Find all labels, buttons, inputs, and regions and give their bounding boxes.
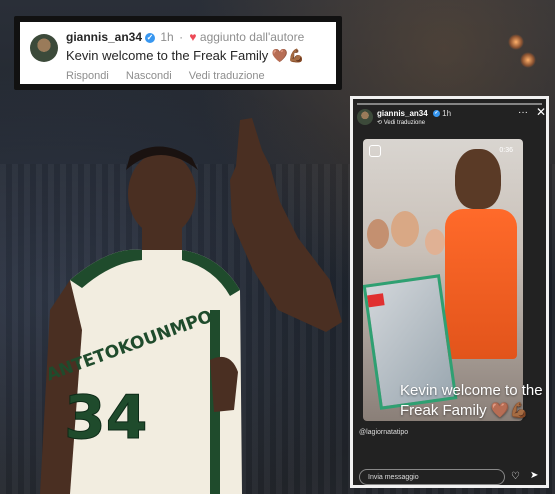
liked-by-author: aggiunto dall'autore — [199, 30, 305, 44]
message-input[interactable]: Invia messaggio — [359, 469, 505, 485]
person — [367, 219, 389, 249]
arena-light — [508, 34, 524, 50]
ribbon — [367, 293, 385, 308]
story-header: giannis_an34 ✓ 1h — [377, 109, 451, 118]
close-icon[interactable]: ✕ — [536, 105, 546, 119]
comment-emoji: 🤎💪🏾 — [271, 48, 305, 63]
person — [425, 229, 445, 255]
caption-emoji: 🤎💪🏾 — [490, 402, 529, 419]
heart-icon[interactable]: ♡ — [511, 471, 520, 482]
story-media: 0:36 — [363, 139, 523, 421]
comment-text: Kevin welcome to the Freak Family — [66, 48, 269, 63]
jersey-number: 34 — [64, 383, 148, 453]
arena-light — [520, 52, 536, 68]
story-translate-link[interactable]: ⟲ Vedi traduzione — [377, 119, 425, 126]
caption-line1: Kevin welcome to the — [400, 382, 543, 399]
separator-dot: · — [179, 30, 184, 44]
comment-card: giannis_an34 ✓ 1h · ♥ aggiunto dall'autor… — [14, 16, 342, 90]
story-time: 1h — [442, 109, 452, 118]
comment-text-line: Kevin welcome to the Freak Family 🤎💪🏾 — [66, 48, 304, 64]
story-progress-bar — [357, 103, 542, 105]
reply-button[interactable]: Rispondi — [66, 70, 109, 82]
story-translate-label: Vedi traduzione — [383, 120, 426, 126]
player-image: ANTETOKOUNMPO 34 — [40, 118, 342, 494]
translate-button[interactable]: Vedi traduzione — [189, 70, 265, 82]
verified-badge-icon: ✓ — [145, 32, 156, 43]
mention-tag[interactable]: @lagiornatatipo — [359, 429, 408, 436]
comment-time: 1h — [160, 30, 174, 44]
orange-jersey — [445, 209, 517, 359]
story-username[interactable]: giannis_an34 — [377, 109, 428, 118]
comment-header: giannis_an34 ✓ 1h · ♥ aggiunto dall'autor… — [66, 30, 304, 44]
translate-icon: ⟲ — [377, 120, 383, 126]
username[interactable]: giannis_an34 — [66, 30, 142, 44]
caption-line2: Freak Family — [400, 402, 487, 419]
story-panel: giannis_an34 ✓ 1h ⟲ Vedi traduzione ··· … — [350, 96, 549, 488]
story-caption: Kevin welcome to the Freak Family 🤎💪🏾 — [400, 381, 546, 421]
hide-button[interactable]: Nascondi — [126, 70, 172, 82]
person — [455, 149, 501, 209]
story-avatar[interactable] — [357, 109, 373, 125]
heart-icon[interactable]: ♥ — [189, 30, 196, 44]
verified-badge-icon: ✓ — [432, 110, 440, 118]
reels-icon — [369, 145, 381, 157]
person — [391, 211, 419, 247]
avatar[interactable] — [30, 34, 58, 62]
story-timer: 0:36 — [499, 147, 513, 154]
comment-actions: Rispondi Nascondi Vedi traduzione — [66, 70, 279, 82]
send-icon[interactable]: ➤ — [530, 470, 538, 481]
more-options-icon[interactable]: ··· — [518, 107, 528, 118]
